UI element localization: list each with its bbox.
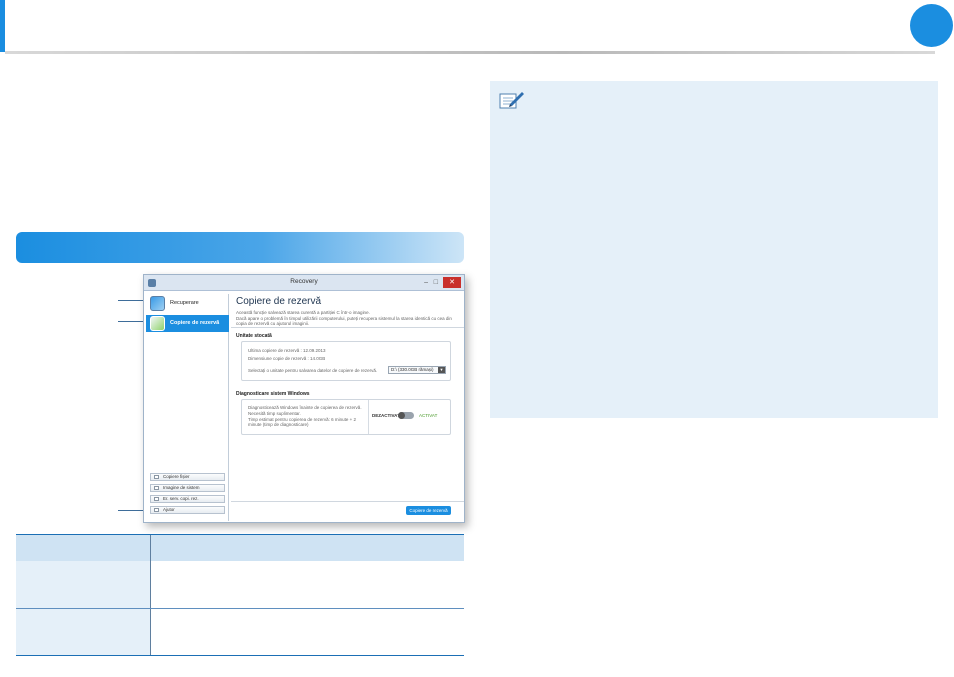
chevron-down-icon: ▼ (438, 367, 445, 373)
sidebar-item-copiere[interactable]: Copiere de rezervă (146, 315, 229, 332)
diagnose-toggle[interactable] (398, 412, 414, 419)
table-header-cell (16, 535, 151, 561)
diagnose-box: Diagnosticează Windows înainte de copier… (241, 399, 451, 435)
content-divider (231, 327, 464, 328)
page-number-circle (910, 4, 953, 47)
manual-page: Recovery – □ ✕ Recuperare Copiere de rez… (0, 0, 954, 677)
sidebar-item-label: Copiere de rezervă (170, 320, 220, 326)
content-title: Copiere de rezervă (236, 296, 322, 307)
minimize-button[interactable]: – (424, 279, 428, 287)
diagnose-divider (368, 400, 369, 434)
content-description-2: Dacă apare o problemă în timpul utilizăr… (236, 316, 452, 326)
table-bottom-rule (16, 655, 464, 656)
app-sidebar: Recuperare Copiere de rezervă Copiere fi… (146, 294, 229, 521)
backup-size-text: Dimensiune copie de rezervă : 14.0GB (248, 356, 326, 361)
backup-service-button[interactable]: Er. serv. copi. rez. (150, 495, 225, 503)
drive-select-value: D:\ (330.0GB rămași) (391, 367, 434, 372)
window-titlebar: Recovery – □ ✕ (144, 275, 464, 291)
button-label: Ajutor (163, 507, 175, 512)
select-drive-label: Selectați o unitate pentru salvarea date… (248, 368, 378, 373)
toggle-knob (398, 412, 405, 419)
maximize-button[interactable]: □ (434, 279, 438, 287)
backup-button[interactable]: Copiere de rezervă (406, 506, 451, 515)
note-box (490, 81, 938, 418)
system-image-button[interactable]: Imagine de sistem (150, 484, 225, 492)
stored-drive-heading: Unitate stocată (236, 333, 272, 339)
button-label: Copiere fișier (163, 474, 190, 479)
button-label: Er. serv. copi. rez. (163, 496, 199, 501)
button-label: Imagine de sistem (163, 485, 200, 490)
copy-file-button[interactable]: Copiere fișier (150, 473, 225, 481)
footer-divider (231, 501, 464, 502)
help-button[interactable]: Ajutor (150, 506, 225, 514)
table-header-row (16, 535, 464, 561)
recovery-app-window: Recovery – □ ✕ Recuperare Copiere de rez… (143, 274, 465, 523)
stored-drive-box: Ultima copiere de rezervă : 12.09.2013 D… (241, 341, 451, 381)
diagnose-text-3: Timp estimat pentru copierea de rezervă:… (248, 417, 357, 427)
diagnose-text-2: Necesită timp suplimentar. (248, 411, 301, 416)
note-pen-icon (499, 92, 524, 109)
window-title: Recovery (290, 278, 318, 285)
app-content: Copiere de rezervă Această funcție salve… (231, 294, 464, 522)
toggle-off-label: DEZACTIVAT (372, 413, 400, 418)
backup-icon (150, 316, 165, 331)
section-heading-bar (16, 232, 464, 263)
table-row (16, 561, 464, 608)
help-icon (154, 508, 159, 512)
diagnose-text-1: Diagnosticează Windows înainte de copier… (248, 405, 362, 410)
table-row (16, 609, 464, 655)
sidebar-item-label: Recuperare (170, 300, 199, 306)
content-description: Această funcție salvează starea curentă … (236, 310, 370, 315)
diagnose-heading: Diagnosticare sistem Windows (236, 391, 310, 397)
table-row-label-cell (16, 609, 151, 655)
drive-select[interactable]: D:\ (330.0GB rămași) ▼ (388, 366, 446, 374)
header-divider (5, 51, 935, 54)
recovery-icon (150, 296, 165, 311)
toggle-on-label: ACTIVAT (419, 413, 438, 418)
service-icon (154, 497, 159, 501)
page-accent-bar (0, 0, 5, 52)
image-icon (154, 486, 159, 490)
close-icon: ✕ (449, 279, 455, 286)
last-backup-text: Ultima copiere de rezervă : 12.09.2013 (248, 348, 326, 353)
table-row-label-cell (16, 561, 151, 608)
close-button[interactable]: ✕ (443, 277, 461, 288)
sidebar-item-recuperare[interactable]: Recuperare (146, 295, 229, 312)
file-icon (154, 475, 159, 479)
